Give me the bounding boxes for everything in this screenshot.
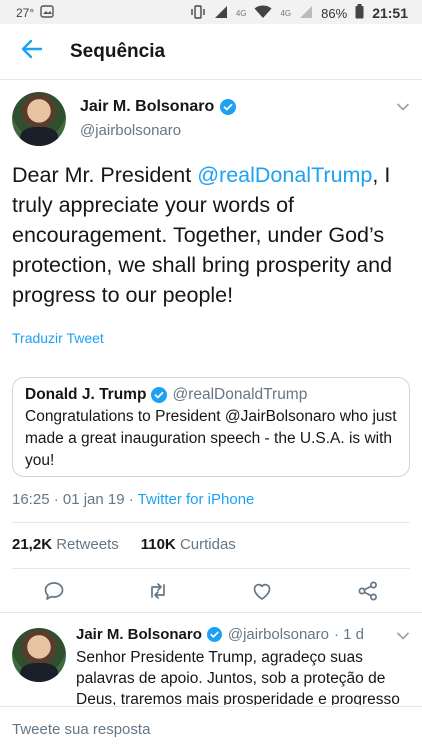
status-bar: 27° 4G 4G 86% 21:51 — [0, 0, 422, 24]
avatar[interactable] — [12, 628, 66, 682]
reply-author-handle[interactable]: @jairbolsonaro — [228, 626, 329, 643]
divider — [12, 522, 410, 523]
quoted-tweet-text: Congratulations to President @JairBolson… — [25, 408, 397, 469]
network-4g-label: 4G — [235, 8, 247, 18]
vibrate-icon — [190, 4, 206, 22]
reply-text: Senhor Presidente Trump, agradeço suas p… — [76, 649, 400, 705]
reply-time: · 1 d — [333, 626, 364, 643]
retweets-label: Retweets — [56, 536, 119, 553]
reply-input[interactable] — [12, 717, 410, 741]
mention-link[interactable]: @realDonalTrump — [197, 163, 372, 187]
signal-icon — [214, 5, 228, 22]
author-name[interactable]: Jair M. Bolsonaro — [80, 98, 214, 116]
tweet-text: Dear Mr. President @realDonalTrump, I tr… — [12, 160, 412, 310]
retweets-count: 21,2K — [12, 536, 53, 553]
quoted-author-handle: @realDonaldTrump — [172, 386, 308, 403]
network-4g-label-2: 4G — [280, 8, 292, 18]
likes-count: 110K — [140, 536, 176, 553]
divider — [0, 612, 422, 613]
divider — [12, 568, 410, 569]
battery-icon — [355, 4, 364, 22]
battery-percent: 86% — [321, 5, 348, 21]
retweets-stat[interactable]: 21,2K Retweets — [12, 536, 119, 553]
retweet-icon[interactable] — [146, 579, 172, 605]
quoted-tweet-header: Donald J. Trump @realDonaldTrump — [25, 386, 397, 404]
page-title: Sequência — [70, 40, 166, 62]
tweet-meta: 16:25 · 01 jan 19 · Twitter for iPhone — [12, 491, 254, 508]
likes-stat[interactable]: 110K Curtidas — [141, 536, 236, 553]
app-bar: Sequência — [0, 24, 422, 80]
signal-icon-2 — [299, 5, 313, 22]
translate-tweet-link[interactable]: Traduzir Tweet — [12, 330, 104, 346]
clock: 21:51 — [372, 5, 408, 21]
temperature-text: 27° — [16, 6, 35, 20]
quoted-tweet-card[interactable]: Donald J. Trump @realDonaldTrump Congrat… — [12, 377, 410, 477]
verified-badge-icon — [151, 387, 168, 403]
tweet-actions — [0, 575, 422, 609]
likes-label: Curtidas — [179, 536, 236, 553]
wifi-icon — [254, 5, 272, 22]
tweet-stats: 21,2K Retweets 110K Curtidas — [12, 536, 236, 553]
photo-icon — [40, 5, 54, 21]
author-name-row[interactable]: Jair M. Bolsonaro — [80, 98, 237, 116]
verified-badge-icon — [206, 626, 223, 643]
tweet-text-before: Dear Mr. President — [12, 163, 198, 187]
arrow-left-icon — [21, 39, 43, 64]
author-handle[interactable]: @jairbolsonaro — [80, 122, 181, 139]
reply-icon[interactable] — [42, 579, 68, 605]
share-icon[interactable] — [356, 579, 382, 605]
quoted-author-name: Donald J. Trump — [25, 386, 147, 403]
reply-author-name[interactable]: Jair M. Bolsonaro — [76, 626, 202, 643]
avatar[interactable] — [12, 92, 66, 146]
chevron-down-icon[interactable] — [396, 629, 410, 643]
verified-badge-icon — [220, 99, 237, 115]
tweet-timestamp: 16:25 · 01 jan 19 · — [12, 491, 138, 508]
back-button[interactable] — [0, 24, 64, 80]
compose-bar — [0, 706, 422, 750]
like-heart-icon[interactable] — [250, 579, 276, 605]
tweet-source-link[interactable]: Twitter for iPhone — [138, 491, 255, 508]
chevron-down-icon[interactable] — [396, 100, 410, 114]
reply-header: Jair M. Bolsonaro @jairbolsonaro · 1 d — [76, 626, 364, 643]
